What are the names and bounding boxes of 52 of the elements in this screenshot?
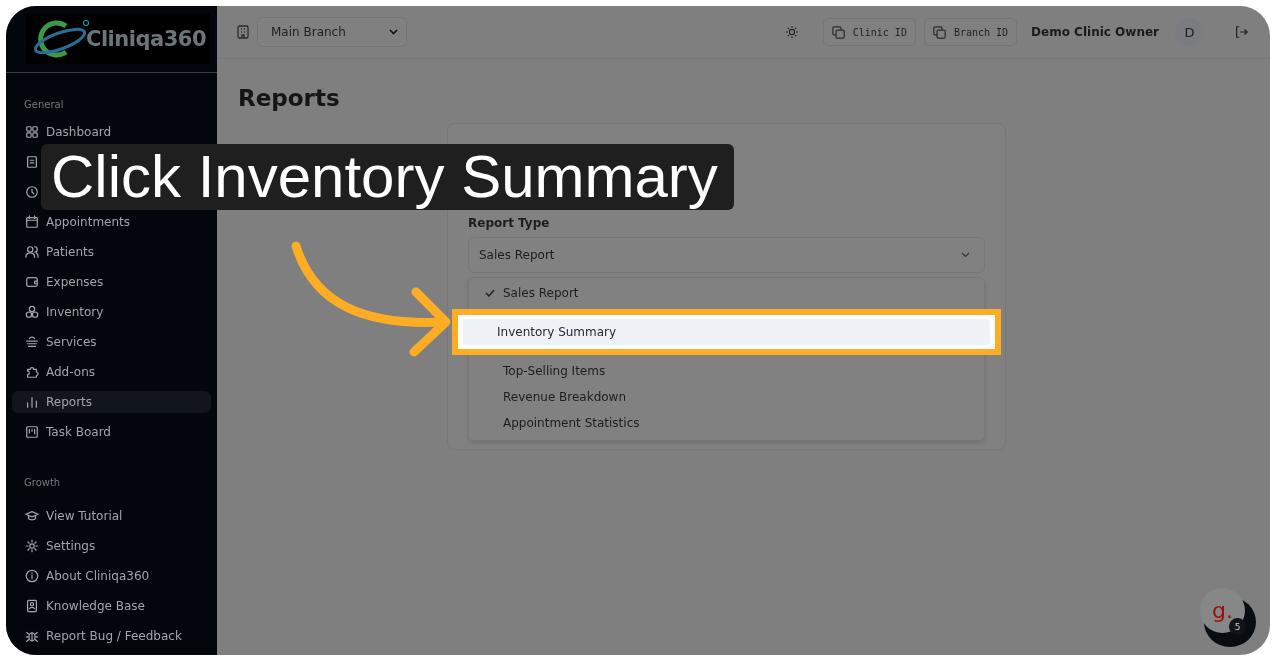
dropdown-option[interactable]: Sales Report xyxy=(469,280,984,306)
page-title: Reports xyxy=(238,85,341,111)
stack-icon xyxy=(25,335,39,349)
section-heading: Growth xyxy=(23,476,62,490)
branch-select[interactable]: Main Branch xyxy=(257,17,407,47)
copy-icon xyxy=(831,25,845,39)
report-type-select[interactable]: Sales Report xyxy=(468,237,985,273)
logo-text: Cliniqa360 xyxy=(86,27,206,51)
copy-branch-id-button[interactable]: Branch ID xyxy=(923,18,1018,46)
sidebar-item[interactable]: Expenses xyxy=(12,271,211,293)
tutorial-caption: Click Inventory Summary xyxy=(41,144,734,210)
sidebar-item[interactable]: Task Board xyxy=(12,421,211,443)
copy-icon xyxy=(932,25,946,39)
wallet-icon xyxy=(25,275,39,289)
section-heading: General xyxy=(23,98,65,112)
sidebar-item[interactable]: Knowledge Base xyxy=(12,595,211,617)
user-name: Demo Clinic Owner xyxy=(1031,25,1159,39)
copy-clinic-id-button[interactable]: Clinic ID xyxy=(822,18,916,46)
people-icon xyxy=(25,245,39,259)
sidebar-item[interactable]: Settings xyxy=(12,535,211,557)
calendar-icon xyxy=(25,215,39,229)
dropdown-option[interactable]: Revenue Breakdown xyxy=(469,384,984,410)
dropdown-option[interactable]: Inventory Summary xyxy=(463,319,990,345)
info-icon xyxy=(25,569,39,583)
graduation-cap-icon xyxy=(25,509,39,523)
bug-icon xyxy=(25,629,39,643)
grid-icon xyxy=(25,125,39,139)
puzzle-icon xyxy=(25,365,39,379)
dropdown-option[interactable]: Appointment Statistics xyxy=(469,410,984,436)
sidebar-item[interactable]: Inventory xyxy=(12,301,211,323)
user-avatar[interactable]: D xyxy=(1175,17,1204,47)
chevron-down-icon xyxy=(389,29,398,35)
bar-chart-icon xyxy=(25,395,39,409)
sidebar-item[interactable]: Dashboard xyxy=(12,121,211,143)
dropdown-option[interactable]: Top-Selling Items xyxy=(469,358,984,384)
building-icon xyxy=(237,25,249,39)
chevron-down-icon xyxy=(961,252,970,258)
board-icon xyxy=(25,425,39,439)
sidebar-item[interactable]: Reports xyxy=(12,391,211,413)
sidebar-item[interactable]: Add-ons xyxy=(12,361,211,383)
book-icon xyxy=(25,599,39,613)
sidebar-item[interactable]: About Cliniqa360 xyxy=(12,565,211,587)
circles-icon xyxy=(25,305,39,319)
logout-icon[interactable] xyxy=(1234,25,1248,39)
sidebar-item[interactable]: Appointments xyxy=(12,211,211,233)
sun-icon[interactable] xyxy=(784,25,799,39)
sidebar-item[interactable]: Report Bug / Feedback xyxy=(12,625,211,647)
field-label: Report Type xyxy=(468,216,551,230)
sidebar-item[interactable]: Services xyxy=(12,331,211,353)
sidebar-item[interactable]: View Tutorial xyxy=(12,505,211,527)
settings-icon xyxy=(25,539,39,553)
sidebar-item[interactable]: Patients xyxy=(12,241,211,263)
